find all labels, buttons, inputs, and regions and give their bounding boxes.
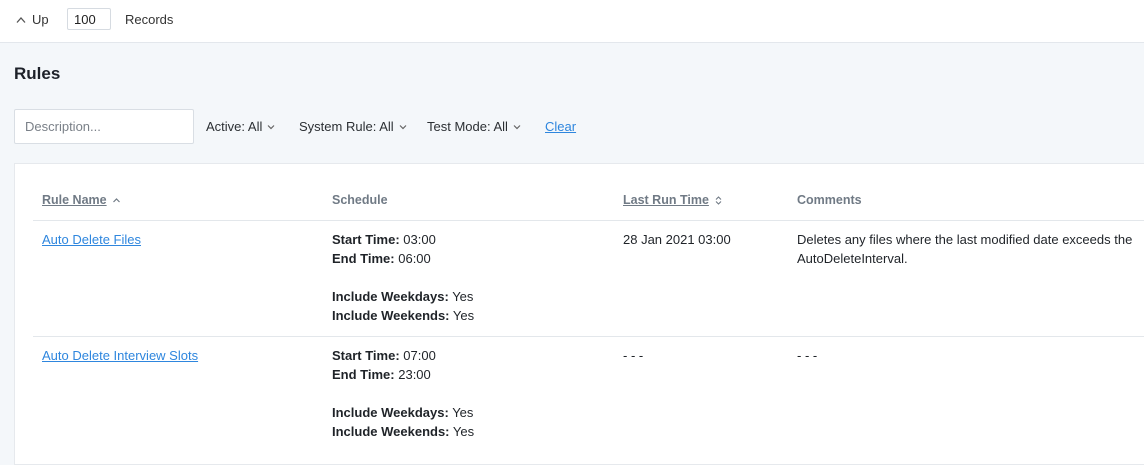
chevron-down-icon — [513, 124, 521, 129]
column-header-label: Schedule — [332, 193, 388, 207]
column-header-schedule: Schedule — [332, 193, 388, 207]
row-divider — [33, 336, 1144, 337]
active-filter-label: Active: All — [206, 119, 263, 134]
sort-both-icon — [715, 195, 722, 205]
column-header-rule-name[interactable]: Rule Name — [42, 193, 121, 207]
records-toolbar: Up Records — [0, 0, 1144, 43]
records-label: Records — [125, 12, 174, 27]
end-time: End Time: 23:00 — [332, 367, 431, 382]
sort-ascending-icon — [112, 197, 120, 202]
start-time: Start Time: 03:00 — [332, 232, 436, 247]
test-mode-filter-label: Test Mode: All — [427, 119, 508, 134]
active-filter-dropdown[interactable]: Active: All — [206, 119, 275, 134]
column-header-last-run-time[interactable]: Last Run Time — [623, 193, 723, 207]
end-time: End Time: 06:00 — [332, 251, 431, 266]
table-row: Auto Delete Interview Slots — [42, 346, 198, 365]
include-weekends: Include Weekends: Yes — [332, 308, 475, 323]
rules-table-card — [14, 163, 1144, 465]
chevron-down-icon — [399, 124, 407, 129]
chevron-up-icon — [16, 16, 26, 23]
schedule-cell: Start Time: 07:00 End Time: 23:00 Includ… — [332, 346, 474, 441]
system-rule-filter-label: System Rule: All — [299, 119, 394, 134]
column-header-label: Comments — [797, 193, 862, 207]
last-run-time-cell: 28 Jan 2021 03:00 — [623, 232, 731, 247]
header-divider — [33, 220, 1144, 221]
up-button-label: Up — [32, 12, 49, 27]
include-weekends: Include Weekends: Yes — [332, 424, 475, 439]
clear-filters-link[interactable]: Clear — [545, 119, 576, 134]
rule-name-link[interactable]: Auto Delete Files — [42, 232, 141, 247]
column-header-label: Last Run Time — [623, 193, 709, 207]
comments-cell: Deletes any files where the last modifie… — [797, 232, 1133, 266]
chevron-down-icon — [267, 124, 275, 129]
column-header-label: Rule Name — [42, 193, 107, 207]
test-mode-filter-dropdown[interactable]: Test Mode: All — [427, 119, 521, 134]
up-button[interactable]: Up — [16, 12, 49, 27]
schedule-cell: Start Time: 03:00 End Time: 06:00 Includ… — [332, 230, 474, 325]
page-title: Rules — [14, 64, 61, 83]
last-run-time-cell: - - - — [623, 348, 644, 363]
rule-name-link[interactable]: Auto Delete Interview Slots — [42, 348, 198, 363]
start-time: Start Time: 07:00 — [332, 348, 436, 363]
description-search-input[interactable] — [14, 109, 194, 144]
include-weekdays: Include Weekdays: Yes — [332, 289, 474, 304]
comments-cell: - - - — [797, 348, 818, 363]
table-row: Auto Delete Files — [42, 230, 141, 249]
system-rule-filter-dropdown[interactable]: System Rule: All — [299, 119, 407, 134]
include-weekdays: Include Weekdays: Yes — [332, 405, 474, 420]
records-count-input[interactable] — [67, 8, 111, 30]
column-header-comments: Comments — [797, 193, 862, 207]
